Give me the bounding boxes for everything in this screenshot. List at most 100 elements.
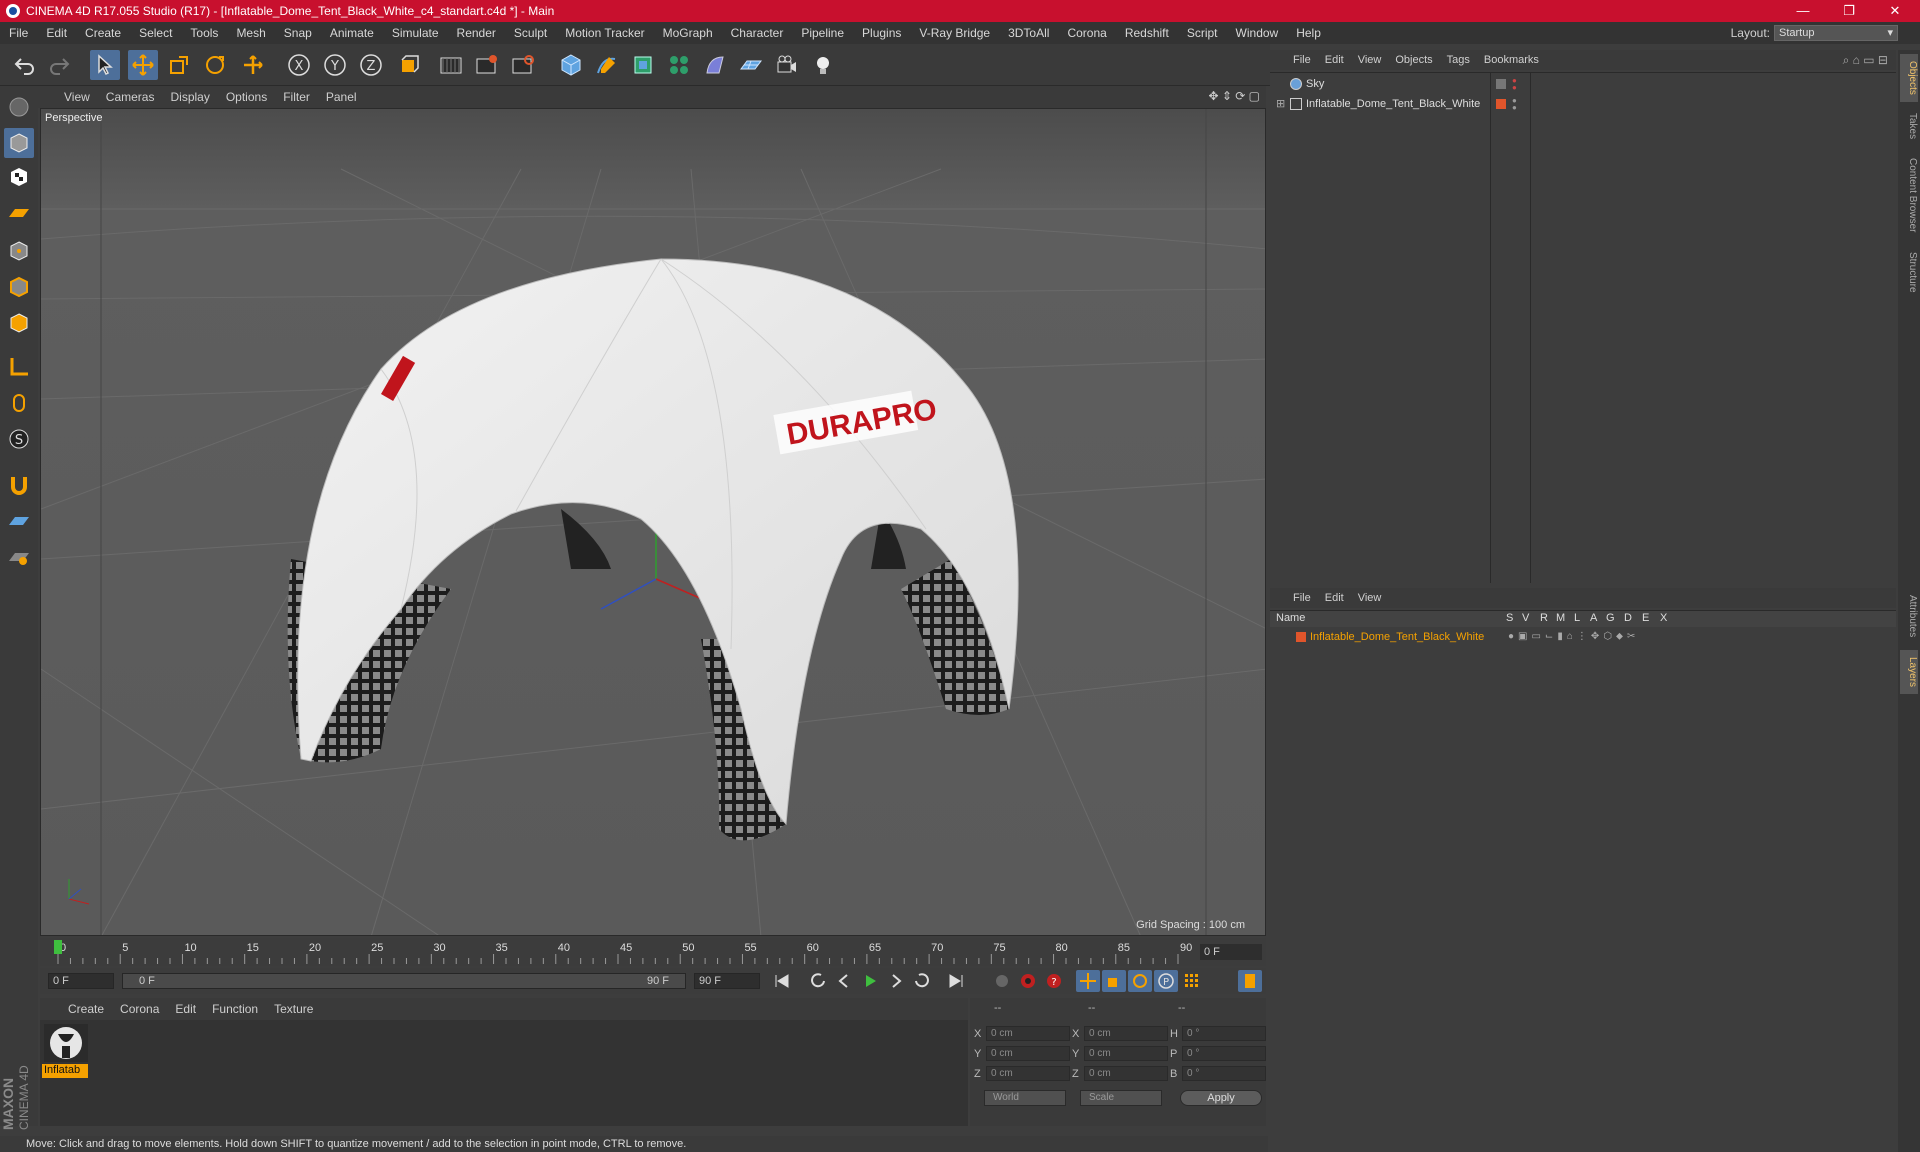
- lm-menu-view[interactable]: View: [1351, 592, 1389, 604]
- timeline[interactable]: 0 5 10 15 20 25 30 35 40 45 50 55 60 65 70 75 80 85 90 0 F: [40, 938, 1266, 966]
- texture-mode-icon[interactable]: [4, 162, 34, 192]
- move-icon[interactable]: [128, 50, 158, 80]
- polygons-mode-icon[interactable]: [4, 308, 34, 338]
- object-row-sky[interactable]: Sky ● ●: [1270, 75, 1896, 93]
- light-icon[interactable]: [808, 50, 838, 80]
- next-frame-icon[interactable]: [884, 970, 908, 992]
- snap-icon[interactable]: S: [4, 424, 34, 454]
- om-menu-view[interactable]: View: [1351, 54, 1389, 66]
- close-button[interactable]: ✕: [1872, 0, 1918, 22]
- redo-icon[interactable]: [44, 50, 74, 80]
- material-menu-function[interactable]: Function: [204, 1002, 266, 1016]
- key-scale-icon[interactable]: [1102, 970, 1126, 992]
- layer-name[interactable]: Inflatable_Dome_Tent_Black_White: [1310, 628, 1484, 646]
- menu-3dtoall[interactable]: 3DToAll: [999, 26, 1058, 40]
- layer-color-swatch[interactable]: [1296, 632, 1306, 642]
- rotation-p-field[interactable]: 0 °: [1182, 1046, 1266, 1061]
- keyframe-selection-icon[interactable]: ?: [1042, 970, 1066, 992]
- menu-vray-bridge[interactable]: V-Ray Bridge: [910, 26, 999, 40]
- grid-settings-icon[interactable]: [4, 542, 34, 572]
- tab-content-browser[interactable]: Content Browser: [1900, 150, 1918, 240]
- viewport-menu-cameras[interactable]: Cameras: [98, 90, 163, 104]
- x-axis-button[interactable]: X: [284, 50, 314, 80]
- key-rotation-icon[interactable]: [1128, 970, 1152, 992]
- viewport-menu-view[interactable]: View: [38, 90, 98, 104]
- viewport-menu-panel[interactable]: Panel: [318, 90, 365, 104]
- menu-window[interactable]: Window: [1227, 26, 1288, 40]
- visibility-dots-icon[interactable]: ● ●: [1512, 97, 1517, 112]
- menu-mograph[interactable]: MoGraph: [654, 26, 722, 40]
- material-menu-texture[interactable]: Texture: [266, 1002, 321, 1016]
- previous-key-icon[interactable]: [806, 970, 830, 992]
- lm-menu-file[interactable]: File: [1286, 592, 1318, 604]
- size-mode-dropdown[interactable]: Scale: [1080, 1090, 1162, 1106]
- menu-redshift[interactable]: Redshift: [1116, 26, 1178, 40]
- rotation-b-field[interactable]: 0 °: [1182, 1066, 1266, 1081]
- position-y-field[interactable]: 0 cm: [986, 1046, 1070, 1061]
- cloner-icon[interactable]: [664, 50, 694, 80]
- pen-icon[interactable]: [592, 50, 622, 80]
- undo-icon[interactable]: [10, 50, 40, 80]
- start-frame-field[interactable]: 0 F: [48, 973, 114, 989]
- menu-character[interactable]: Character: [722, 26, 793, 40]
- menu-mesh[interactable]: Mesh: [227, 26, 274, 40]
- rotation-h-field[interactable]: 0 °: [1182, 1026, 1266, 1041]
- record-keys-icon[interactable]: [990, 970, 1014, 992]
- menu-animate[interactable]: Animate: [321, 26, 383, 40]
- menu-plugins[interactable]: Plugins: [853, 26, 910, 40]
- lm-menu-edit[interactable]: Edit: [1318, 592, 1351, 604]
- timeline-window-icon[interactable]: [1238, 970, 1262, 992]
- viewport-menu-filter[interactable]: Filter: [275, 90, 318, 104]
- size-x-field[interactable]: 0 cm: [1084, 1026, 1168, 1041]
- viewport-navigation-icons[interactable]: ✥ ⇕ ⟳ ▢: [1208, 89, 1260, 103]
- next-key-icon[interactable]: [910, 970, 934, 992]
- viewport-camera-label[interactable]: Perspective: [45, 112, 102, 124]
- frame-range-slider[interactable]: 0 F 90 F: [122, 973, 686, 989]
- rotate-icon[interactable]: [200, 50, 230, 80]
- layout-dropdown[interactable]: Startup ▾: [1774, 25, 1898, 41]
- go-to-end-icon[interactable]: [944, 970, 968, 992]
- tweak-mode-icon[interactable]: [4, 388, 34, 418]
- menu-corona[interactable]: Corona: [1058, 26, 1115, 40]
- key-position-icon[interactable]: [1076, 970, 1100, 992]
- axis-mode-icon[interactable]: [4, 352, 34, 382]
- material-name-label[interactable]: Inflatab: [42, 1064, 88, 1078]
- key-parameter-icon[interactable]: P: [1154, 970, 1178, 992]
- minimize-button[interactable]: —: [1780, 0, 1826, 22]
- object-mode-icon[interactable]: [4, 128, 34, 158]
- menu-help[interactable]: Help: [1287, 26, 1330, 40]
- om-menu-edit[interactable]: Edit: [1318, 54, 1351, 66]
- z-axis-button[interactable]: Z: [356, 50, 386, 80]
- menu-pipeline[interactable]: Pipeline: [792, 26, 853, 40]
- om-menu-file[interactable]: File: [1286, 54, 1318, 66]
- scale-icon[interactable]: [164, 50, 194, 80]
- transform-icon[interactable]: [238, 50, 268, 80]
- size-z-field[interactable]: 0 cm: [1084, 1066, 1168, 1081]
- render-picture-viewer-icon[interactable]: [472, 50, 502, 80]
- viewport-menu-options[interactable]: Options: [218, 90, 275, 104]
- deformer-icon[interactable]: [700, 50, 730, 80]
- menu-snap[interactable]: Snap: [275, 26, 321, 40]
- material-menu-edit[interactable]: Edit: [167, 1002, 204, 1016]
- position-x-field[interactable]: 0 cm: [986, 1026, 1070, 1041]
- apply-button[interactable]: Apply: [1180, 1090, 1262, 1106]
- cube-icon[interactable]: [556, 50, 586, 80]
- select-icon[interactable]: [90, 50, 120, 80]
- key-pla-icon[interactable]: [1180, 970, 1204, 992]
- coordinate-system-icon[interactable]: [394, 50, 424, 80]
- auto-keying-icon[interactable]: [1016, 970, 1040, 992]
- edges-mode-icon[interactable]: [4, 272, 34, 302]
- om-search-home-icons[interactable]: ⌕ ⌂ ▭ ⊟: [1843, 53, 1888, 68]
- menu-select[interactable]: Select: [130, 26, 181, 40]
- object-row-tent[interactable]: ⊞ Inflatable_Dome_Tent_Black_White ● ●: [1270, 95, 1896, 113]
- viewport-menu-display[interactable]: Display: [162, 90, 217, 104]
- menu-tools[interactable]: Tools: [181, 26, 227, 40]
- camera-icon[interactable]: [772, 50, 802, 80]
- menu-simulate[interactable]: Simulate: [383, 26, 448, 40]
- restore-button[interactable]: ❐: [1826, 0, 1872, 22]
- expand-icon[interactable]: ⊞: [1276, 95, 1285, 113]
- floor-icon[interactable]: [736, 50, 766, 80]
- menu-file[interactable]: File: [0, 26, 37, 40]
- om-menu-objects[interactable]: Objects: [1388, 54, 1439, 66]
- grid-lock-icon[interactable]: [4, 506, 34, 536]
